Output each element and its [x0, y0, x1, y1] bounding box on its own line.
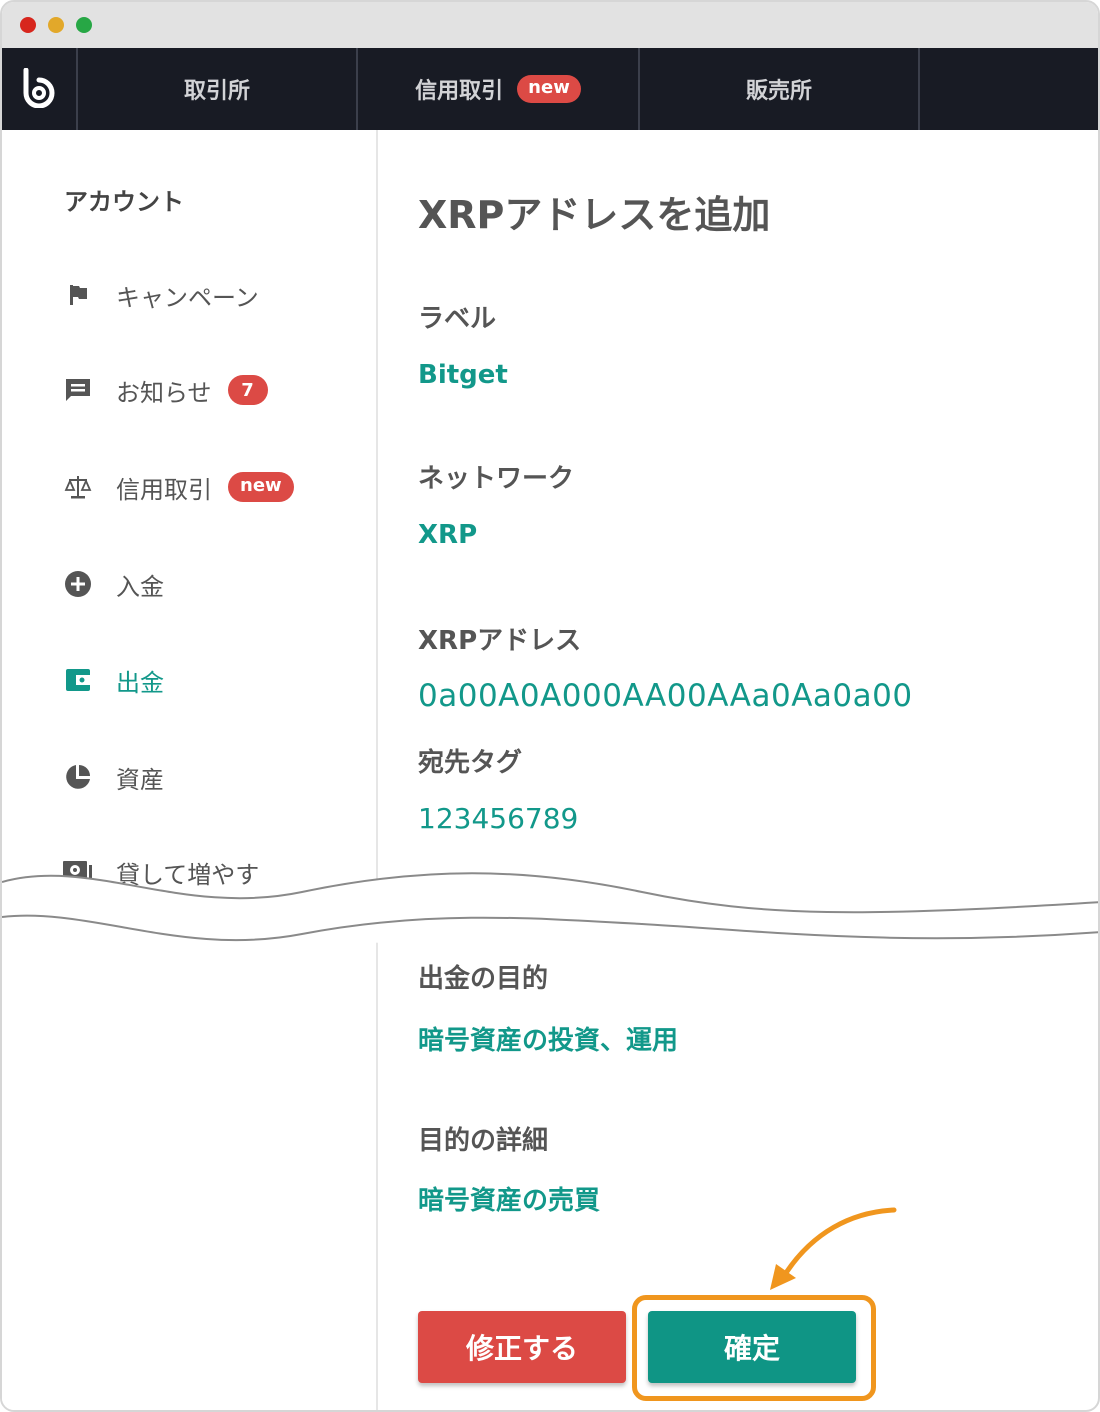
network-field-title: ネットワーク [418, 464, 575, 494]
scale-icon [62, 471, 94, 503]
sidebar-item-withdraw[interactable]: 出金 [62, 660, 164, 700]
browser-window: 取引所 信用取引 new 販売所 アカウント キャンペーン お知らせ 7 信用取… [0, 0, 1100, 1412]
nav-tab-exchange[interactable]: 取引所 [78, 48, 358, 130]
sidebar-item-label: 信用取引 [116, 475, 212, 504]
torn-page-divider [2, 872, 1098, 944]
edit-button[interactable]: 修正する [418, 1311, 626, 1383]
sidebar-item-margin[interactable]: 信用取引 new [62, 467, 294, 507]
title-bar [2, 2, 1098, 48]
maximize-window-dot[interactable] [76, 17, 92, 33]
unread-count-badge: 7 [227, 375, 268, 405]
pie-chart-icon [62, 761, 94, 793]
label-field-title: ラベル [418, 304, 497, 334]
purpose-field-value: 暗号資産の投資、運用 [418, 1026, 679, 1056]
sidebar-item-assets[interactable]: 資産 [62, 757, 164, 797]
nav-tab-label: 取引所 [183, 79, 250, 104]
nav-tab-margin[interactable]: 信用取引 new [358, 48, 640, 130]
sidebar: アカウント キャンペーン お知らせ 7 信用取引 new 入金 出金 資産 貸し… [2, 130, 378, 1410]
minimize-window-dot[interactable] [48, 17, 64, 33]
sidebar-item-label: 入金 [116, 572, 164, 601]
address-field-value: 0a00A0A000AA00AAa0Aa0a00 [418, 678, 913, 714]
sidebar-item-campaign[interactable]: キャンペーン [62, 275, 259, 315]
tag-field-value: 123456789 [418, 802, 579, 835]
bitbank-logo-icon[interactable] [2, 48, 78, 130]
page-title: XRPアドレスを追加 [418, 193, 771, 237]
confirm-button[interactable]: 確定 [648, 1311, 856, 1383]
close-window-dot[interactable] [20, 17, 36, 33]
tag-field-title: 宛先タグ [418, 748, 523, 778]
sidebar-item-label: キャンペーン [116, 283, 259, 312]
nav-tab-label: 販売所 [745, 79, 812, 104]
sidebar-item-deposit[interactable]: 入金 [62, 564, 164, 604]
plus-circle-icon [62, 568, 94, 600]
address-field-title: XRPアドレス [418, 626, 582, 656]
top-navbar: 取引所 信用取引 new 販売所 [2, 48, 1098, 130]
wallet-icon [62, 664, 94, 696]
sidebar-item-label: お知らせ [116, 378, 212, 407]
flag-icon [62, 279, 94, 311]
main-content: XRPアドレスを追加 ラベル Bitget ネットワーク XRP XRPアドレス… [380, 130, 1098, 1410]
nav-tab-label: 信用取引 [415, 79, 504, 104]
sidebar-item-label: 出金 [116, 668, 164, 697]
label-field-value: Bitget [418, 360, 508, 390]
new-badge: new [517, 75, 581, 103]
sidebar-heading: アカウント [64, 188, 184, 216]
sidebar-item-news[interactable]: お知らせ 7 [62, 370, 268, 410]
nav-tab-sales[interactable]: 販売所 [640, 48, 920, 130]
pointer-arrow-icon [770, 1207, 897, 1290]
detail-field-value: 暗号資産の売買 [418, 1186, 601, 1216]
network-field-value: XRP [418, 520, 478, 550]
purpose-field-title: 出金の目的 [418, 964, 549, 994]
new-badge: new [228, 472, 294, 502]
message-icon [62, 374, 94, 406]
detail-field-title: 目的の詳細 [418, 1126, 549, 1156]
sidebar-item-label: 資産 [116, 765, 164, 794]
